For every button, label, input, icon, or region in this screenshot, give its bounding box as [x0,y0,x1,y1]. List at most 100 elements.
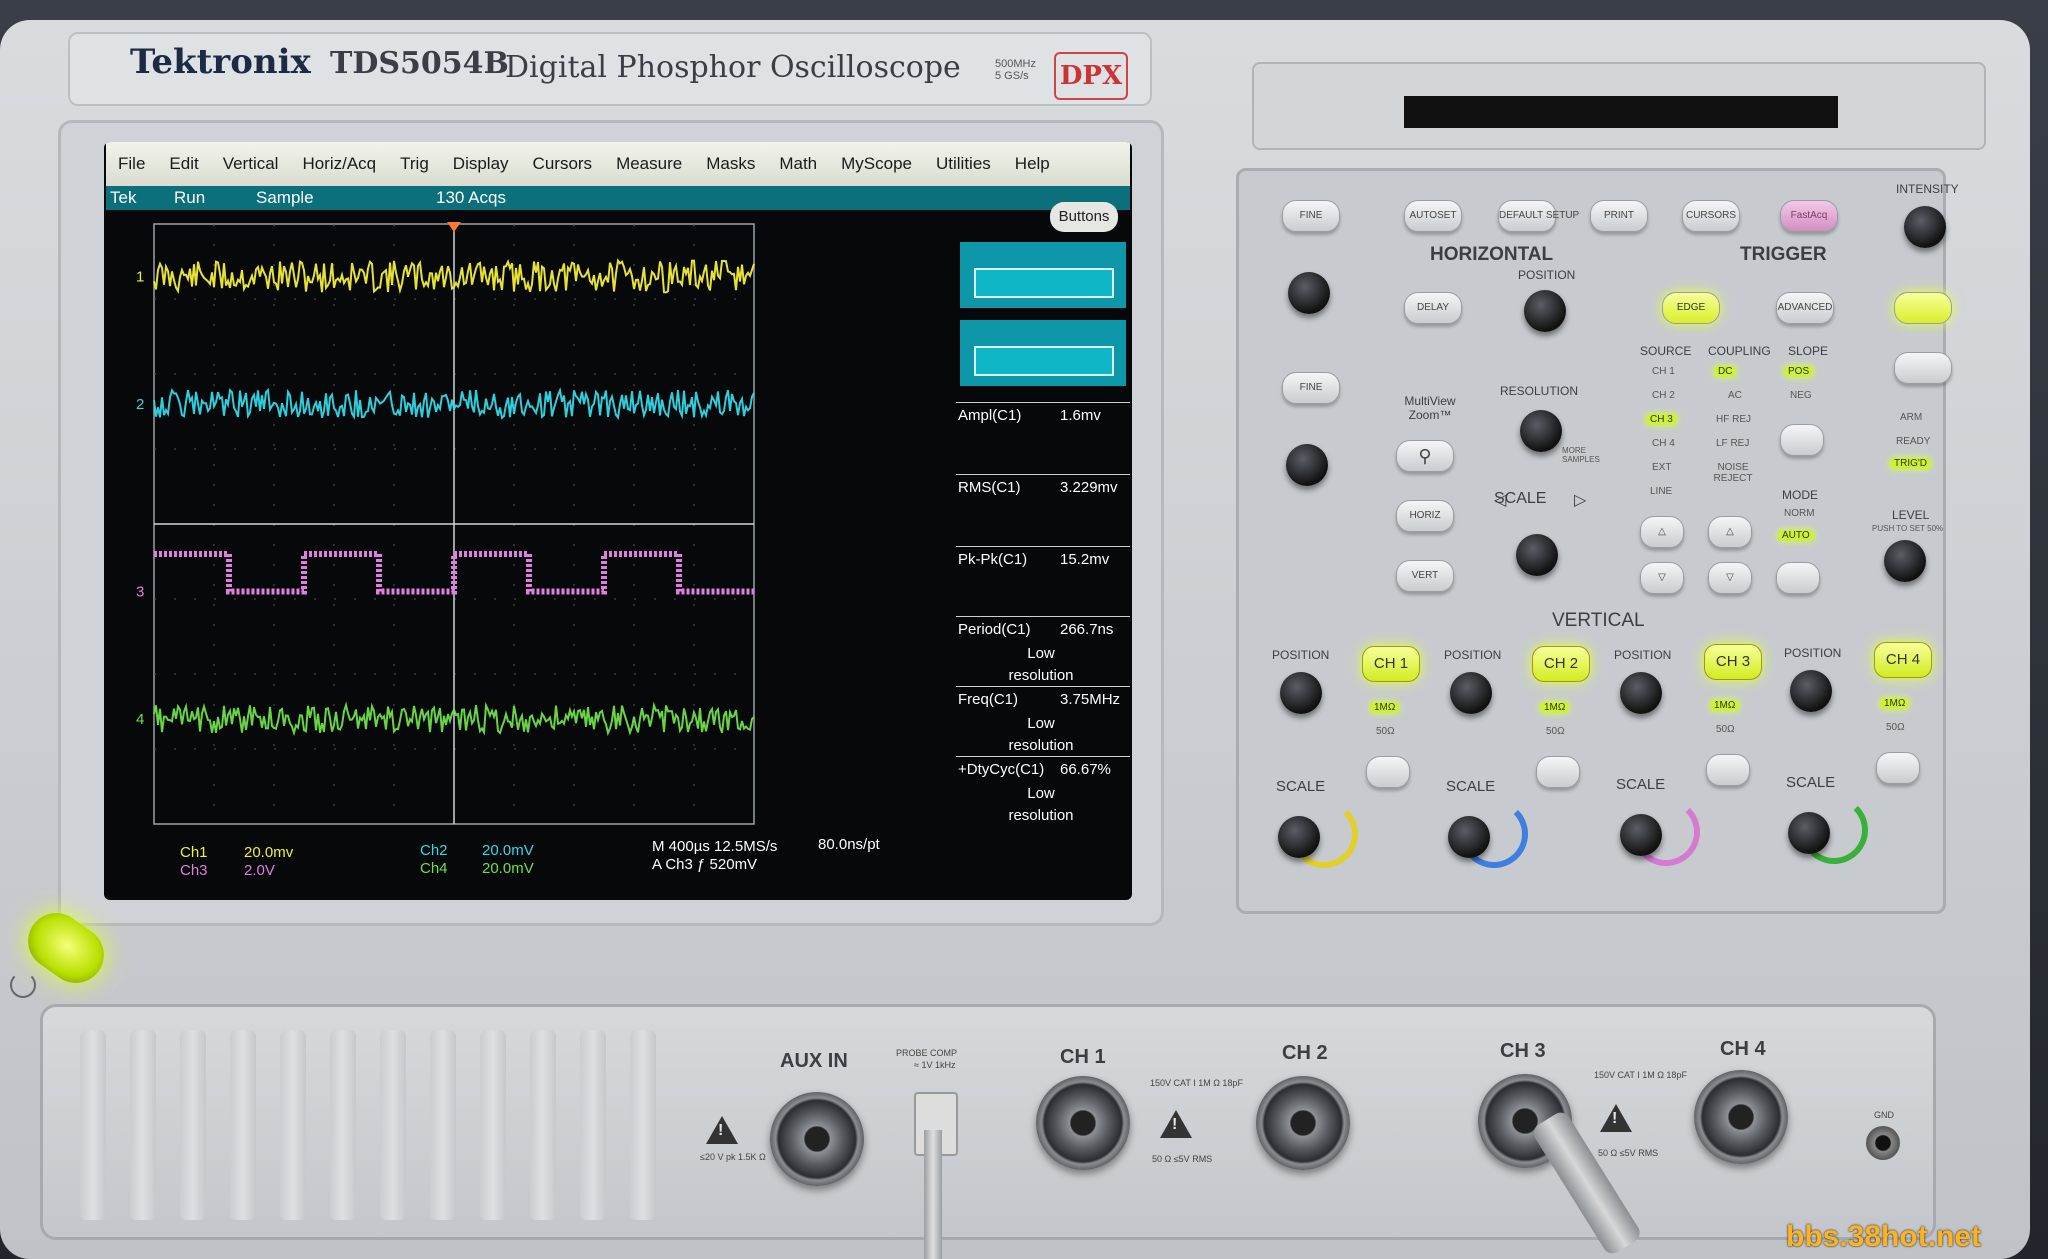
ch2-termination-button[interactable] [1536,756,1580,788]
buttons-toggle[interactable]: Buttons [1050,202,1118,232]
measurement-value: 3.229mv [1060,479,1118,496]
menu-measure[interactable]: Measure [616,154,682,174]
trigger-level-knob[interactable] [1884,540,1926,582]
menu-horiz-acq[interactable]: Horiz/Acq [302,154,376,174]
fine-button[interactable]: FINE [1282,372,1340,404]
ch4-scale-knob[interactable] [1788,812,1830,854]
model-name: TDS5054B [330,46,509,81]
menu-edit[interactable]: Edit [169,154,198,174]
multipurpose-knob-b[interactable] [1286,444,1328,486]
menu-myscope[interactable]: MyScope [841,154,912,174]
menu-vertical[interactable]: Vertical [223,154,279,174]
coupling-up-button[interactable]: △ [1708,516,1752,548]
trigger-edge-button[interactable]: EDGE [1662,292,1720,324]
brand-logo: Tektronix [130,42,311,82]
default-setup-button[interactable]: DEFAULT SETUP [1498,200,1579,232]
intensity-knob[interactable] [1904,206,1946,248]
measurement-rms: RMS(C1) 3.229mv [956,474,1130,545]
trigger-advanced-button[interactable]: ADVANCED [1776,292,1834,324]
cursors-button[interactable]: CURSORS [1682,200,1740,232]
ch3-termination-button[interactable] [1706,754,1750,786]
measurement-note: Low resolution [1008,715,1074,754]
oscilloscope-screen: File Edit Vertical Horiz/Acq Trig Displa… [104,142,1132,900]
multipurpose-knob-a[interactable] [1288,272,1330,314]
vent-slot [430,1030,456,1220]
multiview-zoom-label: MultiView Zoom™ [1404,394,1456,422]
readout-timebase: M 400µs 12.5MS/s [652,838,778,855]
menu-masks[interactable]: Masks [706,154,755,174]
horizontal-position-knob[interactable] [1524,290,1566,332]
source-down-button[interactable]: ▽ [1640,562,1684,594]
mode-button[interactable] [1776,562,1820,594]
ch1-input-label: CH 1 [1060,1046,1106,1068]
mode-norm: NORM [1784,508,1815,519]
ch1-scale-label: SCALE [1276,778,1326,795]
zoom-vert-button[interactable]: VERT [1396,560,1454,592]
ch4-input-connector[interactable] [1694,1070,1788,1164]
ch1-button[interactable]: CH 1 [1362,646,1420,682]
menu-trig[interactable]: Trig [400,154,429,174]
ch4-position-knob[interactable] [1790,670,1832,712]
delay-button[interactable]: DELAY [1404,292,1462,324]
trigger-trigd: TRIG'D [1890,458,1932,469]
ch1-input-connector[interactable] [1036,1076,1130,1170]
side-menu-box[interactable] [960,320,1126,386]
resolution-label: RESOLUTION [1500,384,1579,398]
ground-terminal[interactable] [1866,1126,1900,1160]
ch1-termination-button[interactable] [1366,756,1410,788]
ch4-button[interactable]: CH 4 [1874,642,1932,678]
menu-help[interactable]: Help [1015,154,1050,174]
menu-utilities[interactable]: Utilities [936,154,991,174]
resolution-knob[interactable] [1520,410,1562,452]
ch2-input-connector[interactable] [1256,1076,1350,1170]
menu-display[interactable]: Display [453,154,509,174]
horizontal-scale-knob[interactable] [1516,534,1558,576]
measurement-note: Low resolution [1008,645,1074,684]
measurement-label: Pk-Pk(C1) [958,551,1028,568]
status-run: Run [174,188,206,207]
ch3-50-indicator: 50Ω [1716,724,1735,735]
ch4-termination-button[interactable] [1876,752,1920,784]
vent-slot [380,1030,406,1220]
side-menu-box[interactable] [960,242,1126,308]
trigger-status-button[interactable] [1894,292,1952,324]
readout-ch3: Ch3 [180,862,208,879]
slope-pos: POS [1784,366,1814,377]
menu-file[interactable]: File [118,154,145,174]
aux-in-label: AUX IN [780,1050,848,1072]
ch2-position-knob[interactable] [1450,672,1492,714]
measurement-label: Freq(C1) [958,691,1019,708]
ch3-scale-knob[interactable] [1620,814,1662,856]
ch1-scale-knob[interactable] [1278,816,1320,858]
status-bar: Tek Run Sample 130 Acqs [106,186,1130,210]
autoset-button[interactable]: AUTOSET [1404,200,1462,232]
ch2-button[interactable]: CH 2 [1532,646,1590,682]
single-sequence-button[interactable] [1894,352,1952,384]
zoom-button[interactable]: ⚲ [1396,440,1454,472]
measurement-note: Low resolution [1008,785,1074,824]
ch3-position-knob[interactable] [1620,672,1662,714]
vent-slot [330,1030,356,1220]
vertical-section-label: VERTICAL [1552,610,1645,631]
ch4-50-indicator: 50Ω [1886,722,1905,733]
ch3-button[interactable]: CH 3 [1704,644,1762,680]
intensity-label: INTENSITY [1896,182,1959,196]
menu-math[interactable]: Math [779,154,817,174]
slope-button[interactable] [1780,424,1824,456]
fine-button[interactable]: FINE [1282,200,1340,232]
up-arrow-icon: △ [1658,526,1666,537]
coupling-down-button[interactable]: ▽ [1708,562,1752,594]
watermark-text: bbs.38hot.net [1786,1220,1982,1253]
source-up-button[interactable]: △ [1640,516,1684,548]
zoom-horiz-button[interactable]: HORIZ [1396,500,1454,532]
ch4-input-label: CH 4 [1720,1038,1766,1060]
vent-slot [130,1030,156,1220]
fastacq-button[interactable]: FastAcq [1780,200,1838,232]
aux-in-connector[interactable] [770,1092,864,1186]
menu-cursors[interactable]: Cursors [533,154,593,174]
print-button[interactable]: PRINT [1590,200,1648,232]
ch2-scale-knob[interactable] [1448,816,1490,858]
down-arrow-icon: ▽ [1658,572,1666,583]
ch1-position-knob[interactable] [1280,672,1322,714]
ch1-position-label: POSITION [1272,648,1330,662]
